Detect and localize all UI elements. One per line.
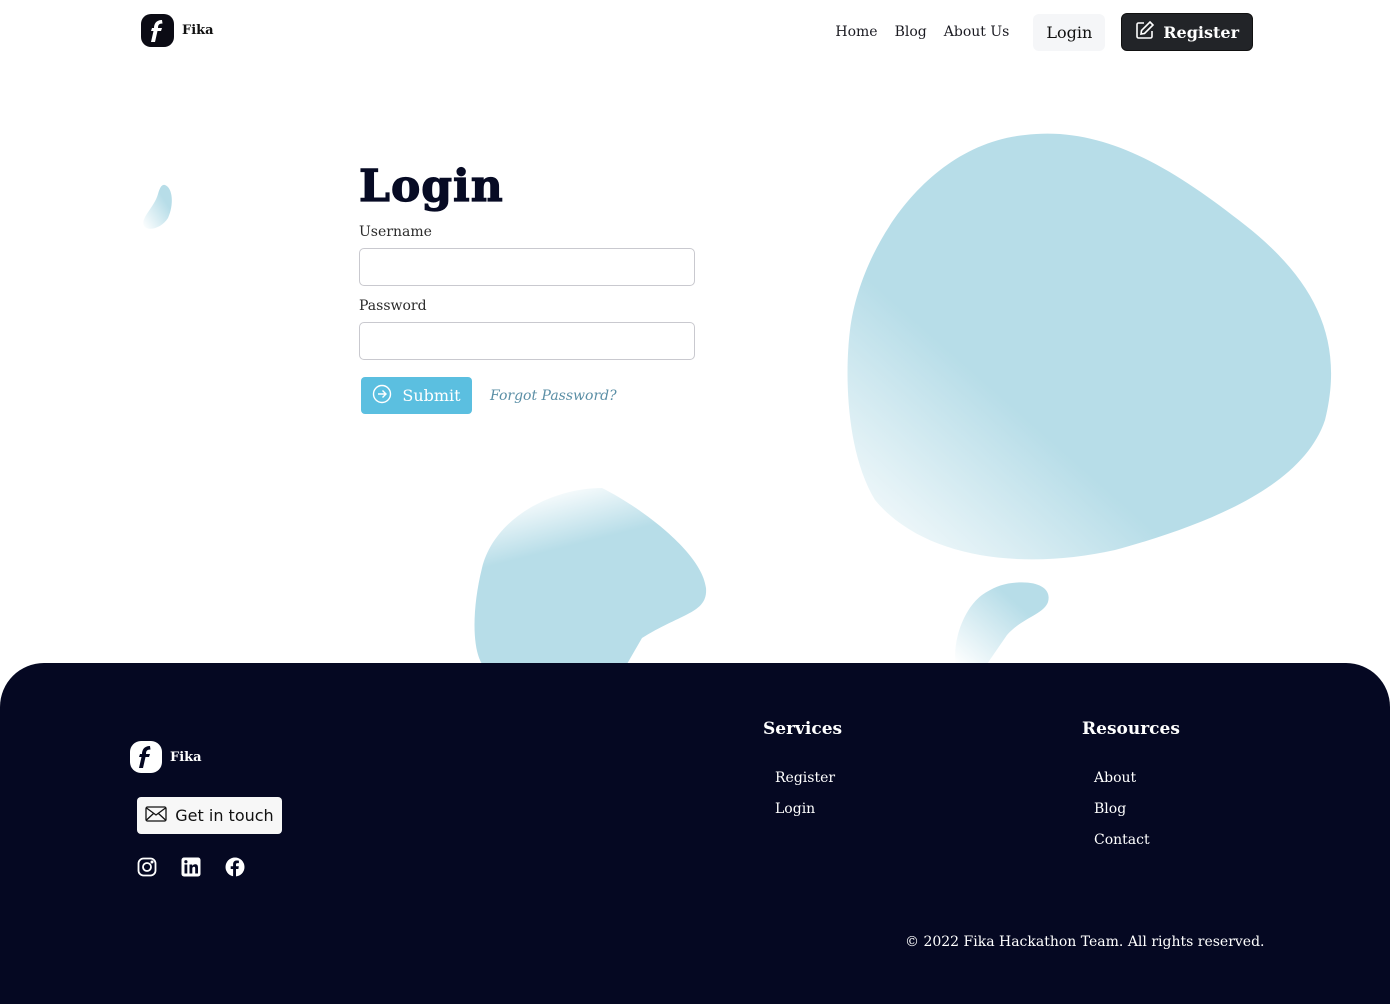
decorative-blob-bottom-right <box>955 582 1049 664</box>
header-register-button[interactable]: Register <box>1121 13 1253 51</box>
copyright-text: © 2022 Fika Hackathon Team. All rights r… <box>905 934 1265 950</box>
footer-about-link[interactable]: About <box>1094 770 1136 786</box>
main-nav: Home Blog About Us Login Register <box>835 13 1253 51</box>
edit-icon <box>1135 20 1155 44</box>
decorative-blob-small-left <box>143 184 172 229</box>
linkedin-icon[interactable] <box>181 857 201 877</box>
site-footer: Fika Get in touch Services Register Logi… <box>0 663 1390 1004</box>
header-register-label: Register <box>1163 22 1239 42</box>
decorative-blob-bottom-center <box>474 488 707 664</box>
password-label: Password <box>359 298 427 314</box>
facebook-icon[interactable] <box>225 857 245 877</box>
footer-login-link[interactable]: Login <box>775 801 815 817</box>
brand-name: Fika <box>182 23 214 38</box>
header-login-button[interactable]: Login <box>1033 13 1106 51</box>
username-input[interactable] <box>359 248 695 286</box>
get-in-touch-label: Get in touch <box>175 806 274 825</box>
get-in-touch-button[interactable]: Get in touch <box>137 797 282 834</box>
nav-about-link[interactable]: About Us <box>944 24 1010 40</box>
footer-blog-link[interactable]: Blog <box>1094 801 1126 817</box>
submit-button[interactable]: Submit <box>361 377 472 414</box>
envelope-icon <box>145 805 167 826</box>
social-links <box>137 857 245 877</box>
header-login-label: Login <box>1046 22 1093 42</box>
submit-label: Submit <box>402 386 461 405</box>
arrow-circle-right-icon <box>372 384 392 408</box>
top-navbar: Fika Home Blog About Us Login Register <box>0 0 1390 64</box>
username-label: Username <box>359 224 432 240</box>
footer-contact-link[interactable]: Contact <box>1094 832 1150 848</box>
fika-logo-icon <box>130 741 162 773</box>
nav-home-link[interactable]: Home <box>835 24 877 40</box>
services-column: Services Register Login <box>763 719 842 829</box>
resources-column: Resources About Blog Contact <box>1082 719 1180 860</box>
footer-brand[interactable]: Fika <box>130 741 202 773</box>
footer-register-link[interactable]: Register <box>775 770 835 786</box>
brand-logo-link[interactable]: Fika <box>141 14 214 47</box>
forgot-password-link[interactable]: Forgot Password? <box>490 388 617 404</box>
password-input[interactable] <box>359 322 695 360</box>
instagram-icon[interactable] <box>137 857 157 877</box>
page-title: Login <box>358 160 504 212</box>
footer-brand-name: Fika <box>170 749 202 765</box>
fika-logo-icon <box>141 14 174 47</box>
resources-heading: Resources <box>1082 719 1180 739</box>
nav-blog-link[interactable]: Blog <box>895 24 927 40</box>
login-form: Login Username Password Submit Forgot Pa… <box>358 160 699 414</box>
services-heading: Services <box>763 719 843 739</box>
decorative-blob-large <box>847 133 1332 560</box>
form-actions: Submit Forgot Password? <box>359 377 699 414</box>
